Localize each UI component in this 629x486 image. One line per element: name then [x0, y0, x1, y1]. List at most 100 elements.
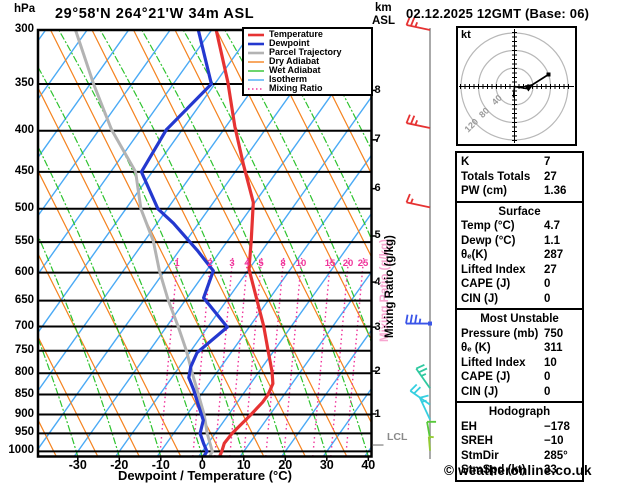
pressure-axis-unit: hPa: [14, 3, 36, 15]
altitude-axis-unit-asl: ASL: [372, 15, 395, 27]
hodograph-unit-label: kt: [461, 29, 471, 41]
table-section-title: Hodograph: [488, 406, 551, 418]
table-row-value: 0: [544, 371, 551, 383]
table-row: θₑ (K) 311: [461, 341, 578, 356]
table-row-value: 7: [544, 156, 551, 168]
table-section-title: Most Unstable: [480, 313, 559, 325]
table-row: StmDir 285°: [461, 449, 578, 464]
pressure-tick-label: 600: [14, 265, 34, 278]
table-row-value: 285°: [544, 449, 568, 462]
pressure-tick-label: 500: [14, 201, 34, 214]
lcl-label: LCL: [387, 431, 408, 443]
table-row-value: 0: [544, 292, 551, 305]
station-location-title: 29°58'N 264°21'W 34m ASL: [55, 6, 255, 22]
table-row-value: −178: [544, 420, 570, 433]
footer-credit: © weatheronline.co.uk: [444, 463, 592, 478]
mixing-ratio-value-label: 1: [174, 258, 180, 269]
table-row-value: 4.7: [544, 220, 560, 232]
table-row-value: 750: [544, 327, 564, 340]
legend-line-sample: [248, 33, 264, 36]
table-row: PW (cm) 1.36: [461, 184, 578, 199]
km-tick-label: 1: [374, 407, 381, 420]
table-row-value: 0: [544, 385, 551, 398]
table-row: Totals Totals 27: [461, 170, 578, 185]
pressure-tick-label: 300: [14, 23, 34, 35]
pressure-tick-label: 350: [14, 76, 34, 89]
table-row-value: 287: [544, 249, 564, 261]
table-row: Dewp (°C) 1.1: [461, 234, 578, 249]
legend-line-sample: [248, 42, 264, 45]
table-section-title: Surface: [498, 205, 541, 218]
table-row: Lifted Index 27: [461, 263, 578, 278]
legend-line-sample: [248, 78, 264, 81]
mixing-ratio-value-label: 5: [258, 258, 264, 269]
table-row-label: θₑ (K): [461, 342, 491, 354]
table-row-label: Totals Totals: [461, 170, 531, 183]
table-row-label: CAPE (J): [461, 278, 511, 290]
indices-table: K 7 Totals Totals 27 PW (cm) 1.36 Surface Temp …: [455, 151, 584, 482]
wind-barb: [427, 435, 434, 451]
table-section: Most Unstable Pressure (mb) 750 θₑ (K) 311 Li…: [455, 308, 584, 403]
pressure-tick-label: 400: [14, 123, 34, 136]
x-axis-title: Dewpoint / Temperature (°C): [118, 468, 292, 483]
mixing-ratio-value-label: 25: [357, 258, 369, 269]
table-row-label: CIN (J): [461, 292, 499, 305]
temp-tick-label: 40: [361, 458, 376, 472]
table-row-label: Lifted Index: [461, 356, 526, 369]
wind-barb: [419, 394, 431, 420]
table-section: K 7 Totals Totals 27 PW (cm) 1.36: [455, 151, 584, 203]
mixing-ratio-value-label: 20: [342, 258, 354, 269]
table-row: Lifted Index 10: [461, 356, 578, 371]
wind-barb: [415, 363, 431, 389]
mixing-ratio-value-label: 8: [280, 258, 286, 269]
table-row: CIN (J) 0: [461, 292, 578, 307]
table-row-label: K: [461, 156, 470, 168]
table-row-label: θₑ(K): [461, 249, 488, 261]
table-row-label: SREH: [461, 435, 493, 447]
km-tick-label: 8: [374, 83, 381, 96]
table-row: K7: [461, 155, 578, 170]
wind-barb: [405, 314, 432, 326]
legend-line-sample: [248, 60, 264, 63]
wind-barb-column: [405, 16, 437, 459]
table-row-value: 0: [544, 278, 551, 290]
pressure-tick-label: 750: [14, 343, 34, 356]
table-row-value: 311: [544, 342, 563, 354]
table-row-label: CAPE (J): [461, 371, 511, 383]
pressure-tick-label: 550: [14, 235, 34, 248]
table-row-value: 27: [544, 170, 557, 183]
legend-item-label: Mixing Ratio: [269, 83, 323, 93]
table-row-label: PW (cm): [461, 185, 507, 197]
pressure-tick-label: 700: [14, 319, 34, 332]
legend-line-sample: [248, 69, 264, 72]
table-row: SREH −10: [461, 434, 578, 449]
km-tick-label: 6: [374, 182, 381, 195]
pressure-tick-label: 1000: [8, 444, 34, 457]
table-row-value: 27: [544, 263, 557, 276]
table-row-value: 10: [544, 356, 557, 369]
pressure-tick-label: 450: [14, 164, 34, 177]
temp-tick-label: -30: [68, 458, 87, 472]
table-row-label: CIN (J): [461, 385, 499, 398]
table-row-label: Dewp (°C): [461, 234, 516, 247]
mixing-ratio-value-label: 3: [229, 258, 235, 269]
table-row-label: Pressure (mb): [461, 327, 539, 340]
mixing-ratio-axis-title: Mixing Ratio (g/kg): [384, 235, 396, 338]
pressure-tick-label: 850: [14, 387, 34, 400]
mixing-ratio-value-label: 2: [207, 258, 213, 269]
table-row-label: StmDir: [461, 449, 499, 462]
hodograph: 4080120: [456, 26, 577, 146]
legend: Temperature Dewpoint Parcel Trajectory Dry …: [242, 27, 373, 96]
table-section: Surface Temp (°C) 4.7 Dewp (°C) 1.1 θₑ(K) 287 L…: [455, 200, 584, 310]
wind-barb: [405, 193, 431, 209]
legend-item: Wet Adiabat: [244, 66, 371, 75]
legend-line-sample: [248, 87, 264, 90]
table-row-value: 1.1: [544, 234, 560, 247]
table-row: θₑ(K) 287: [461, 248, 578, 263]
km-tick-label: 2: [374, 364, 381, 377]
skewt-sounding-page: 40 80 120 hPa 29°58'N 264°21'W 34m ASL km …: [0, 0, 629, 486]
run-datetime-title: 02.12.2025 12GMT (Base: 06): [406, 6, 590, 21]
legend-item: Mixing Ratio: [244, 84, 371, 93]
wind-barb: [405, 114, 431, 129]
pressure-tick-label: 900: [14, 407, 34, 420]
